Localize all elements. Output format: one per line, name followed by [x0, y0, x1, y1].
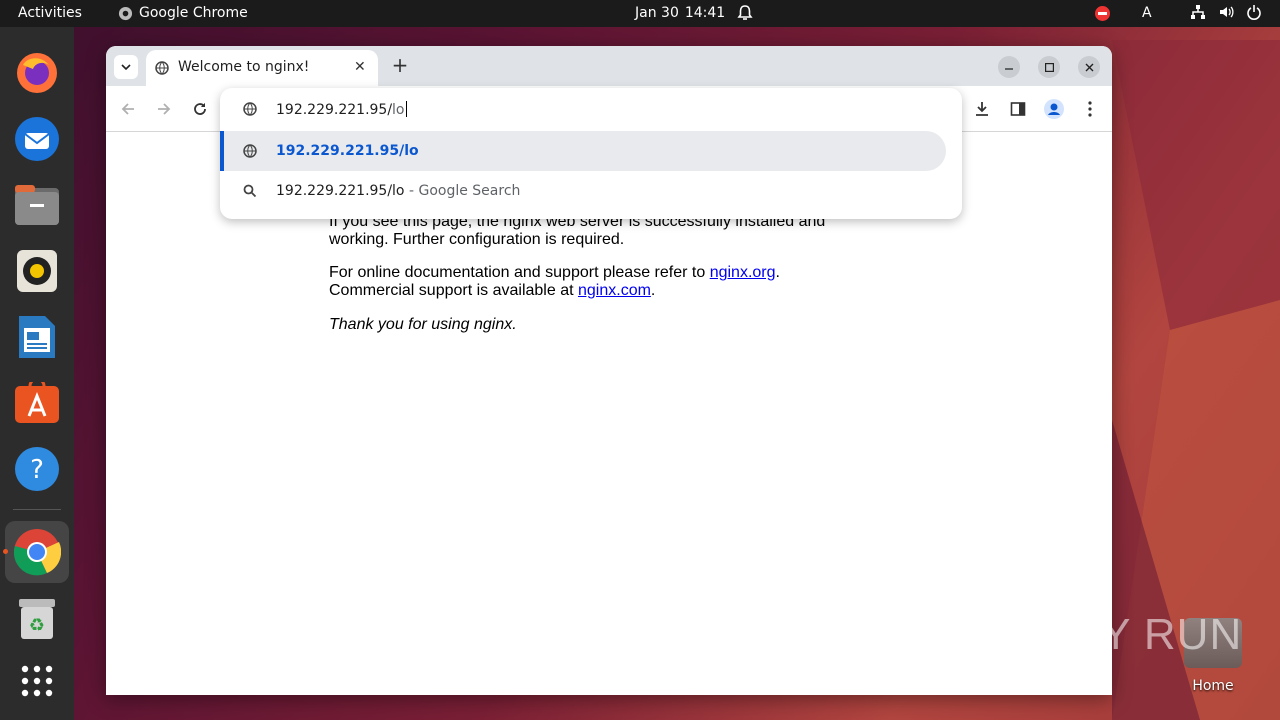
globe-icon: [155, 61, 169, 75]
arrow-right-icon: [158, 103, 171, 115]
close-icon: [1085, 63, 1093, 71]
trash-icon: ♻: [19, 599, 55, 639]
side-panel-button[interactable]: [1008, 99, 1028, 119]
thunderbird-icon: [15, 117, 59, 161]
app-name-label: Google Chrome: [139, 5, 248, 21]
chrome-icon: [14, 529, 61, 576]
dock-separator: [13, 509, 61, 510]
dock-firefox[interactable]: [11, 47, 63, 99]
network-icon[interactable]: [1190, 4, 1206, 20]
globe-icon: [242, 143, 258, 159]
profile-button[interactable]: [1044, 99, 1064, 119]
help-icon: ?: [15, 447, 59, 491]
omnibox-input[interactable]: 192.229.221.95/lo: [220, 89, 962, 129]
notification-bell-icon: [737, 5, 753, 20]
svg-text:?: ?: [30, 455, 44, 485]
suggestion-url-text: 192.229.221.95/lo: [276, 143, 419, 159]
nginx-com-link[interactable]: nginx.com: [578, 282, 651, 299]
selection-bar: [220, 131, 224, 171]
tab-search-button[interactable]: [114, 55, 138, 79]
clock-date: Jan 30: [635, 5, 679, 21]
dock-files[interactable]: [11, 179, 63, 231]
screen-record-icon[interactable]: [1095, 6, 1110, 21]
svg-text:♻: ♻: [29, 615, 45, 636]
volume-icon[interactable]: [1218, 4, 1234, 20]
suggestion-engine: - Google Search: [404, 183, 521, 199]
omnibox-dropdown: 192.229.221.95/lo 192.229.221.95/lo 192.…: [220, 88, 962, 219]
firefox-icon: [17, 53, 57, 93]
support-text: Commercial support is available at: [329, 282, 578, 299]
suggestion-search[interactable]: 192.229.221.95/lo - Google Search: [220, 171, 962, 211]
minimize-icon: [1005, 68, 1013, 70]
clock[interactable]: Jan 30 14:41: [635, 5, 725, 21]
suggestion-url[interactable]: 192.229.221.95/lo: [220, 131, 946, 171]
dock-rhythmbox[interactable]: [11, 245, 63, 297]
dock: ? ♻: [0, 27, 74, 720]
download-icon: [976, 102, 988, 116]
maximize-button[interactable]: [1038, 56, 1060, 78]
tab-active[interactable]: Welcome to nginx! ✕: [146, 50, 378, 86]
dock-show-apps[interactable]: [11, 655, 63, 707]
reload-icon: [194, 103, 206, 115]
docs-text: For online documentation and support ple…: [329, 264, 710, 281]
chevron-down-icon: [121, 63, 131, 70]
anyrun-watermark: ANY RUN: [1038, 610, 1243, 659]
tab-strip: Welcome to nginx! ✕ +: [106, 46, 1112, 86]
omnibox-autocomplete: lo: [392, 101, 405, 118]
globe-icon: [242, 101, 258, 117]
suggestion-query: 192.229.221.95/lo: [276, 183, 405, 199]
docs-paragraph: For online documentation and support ple…: [329, 264, 849, 300]
maximize-icon: [1044, 62, 1054, 72]
forward-button[interactable]: [154, 99, 174, 119]
chrome-small-icon: [118, 6, 133, 20]
text-caret: [405, 100, 407, 117]
back-button[interactable]: [118, 99, 138, 119]
search-icon: [242, 183, 258, 199]
minimize-button[interactable]: [998, 56, 1020, 78]
dock-chrome[interactable]: [5, 521, 69, 583]
top-bar: Activities Google Chrome Jan 30 14:41 A: [0, 0, 1280, 27]
dock-trash[interactable]: ♻: [11, 593, 63, 645]
downloads-button[interactable]: [972, 99, 992, 119]
profile-avatar-icon: [1044, 99, 1064, 119]
close-window-button[interactable]: [1078, 56, 1100, 78]
omnibox-text: 192.229.221.95/lo: [276, 100, 407, 118]
libreoffice-writer-icon: [19, 316, 55, 358]
home-folder-label[interactable]: Home: [1180, 678, 1246, 694]
activities-button[interactable]: Activities: [18, 5, 82, 21]
docs-text-end: .: [775, 264, 780, 281]
app-center-icon: [15, 382, 59, 423]
dock-app-center[interactable]: [11, 377, 63, 429]
suggestion-search-text: 192.229.221.95/lo - Google Search: [276, 183, 520, 199]
omnibox-typed: 192.229.221.95/: [276, 101, 393, 118]
support-text-end: .: [650, 282, 656, 299]
more-vertical-icon: [1088, 101, 1092, 117]
arrow-left-icon: [121, 103, 134, 115]
new-tab-button[interactable]: +: [388, 54, 412, 78]
side-panel-icon: [1010, 102, 1026, 116]
show-apps-icon: [21, 665, 53, 697]
app-menu[interactable]: Google Chrome: [118, 5, 248, 21]
chrome-menu-button[interactable]: [1080, 99, 1100, 119]
rhythmbox-icon: [17, 250, 57, 292]
power-icon[interactable]: [1246, 4, 1262, 20]
thanks-paragraph: Thank you for using nginx.: [329, 316, 517, 333]
dock-help[interactable]: ?: [11, 443, 63, 495]
tab-close-icon[interactable]: ✕: [354, 59, 366, 75]
keyboard-layout-indicator[interactable]: A: [1142, 5, 1152, 21]
dock-writer[interactable]: [11, 311, 63, 363]
reload-button[interactable]: [190, 99, 210, 119]
clock-time: 14:41: [684, 5, 726, 21]
running-indicator: [3, 549, 8, 554]
tab-title: Welcome to nginx!: [178, 59, 310, 75]
dock-thunderbird[interactable]: [11, 113, 63, 165]
files-icon: [15, 185, 59, 225]
nginx-org-link[interactable]: nginx.org: [710, 264, 776, 281]
